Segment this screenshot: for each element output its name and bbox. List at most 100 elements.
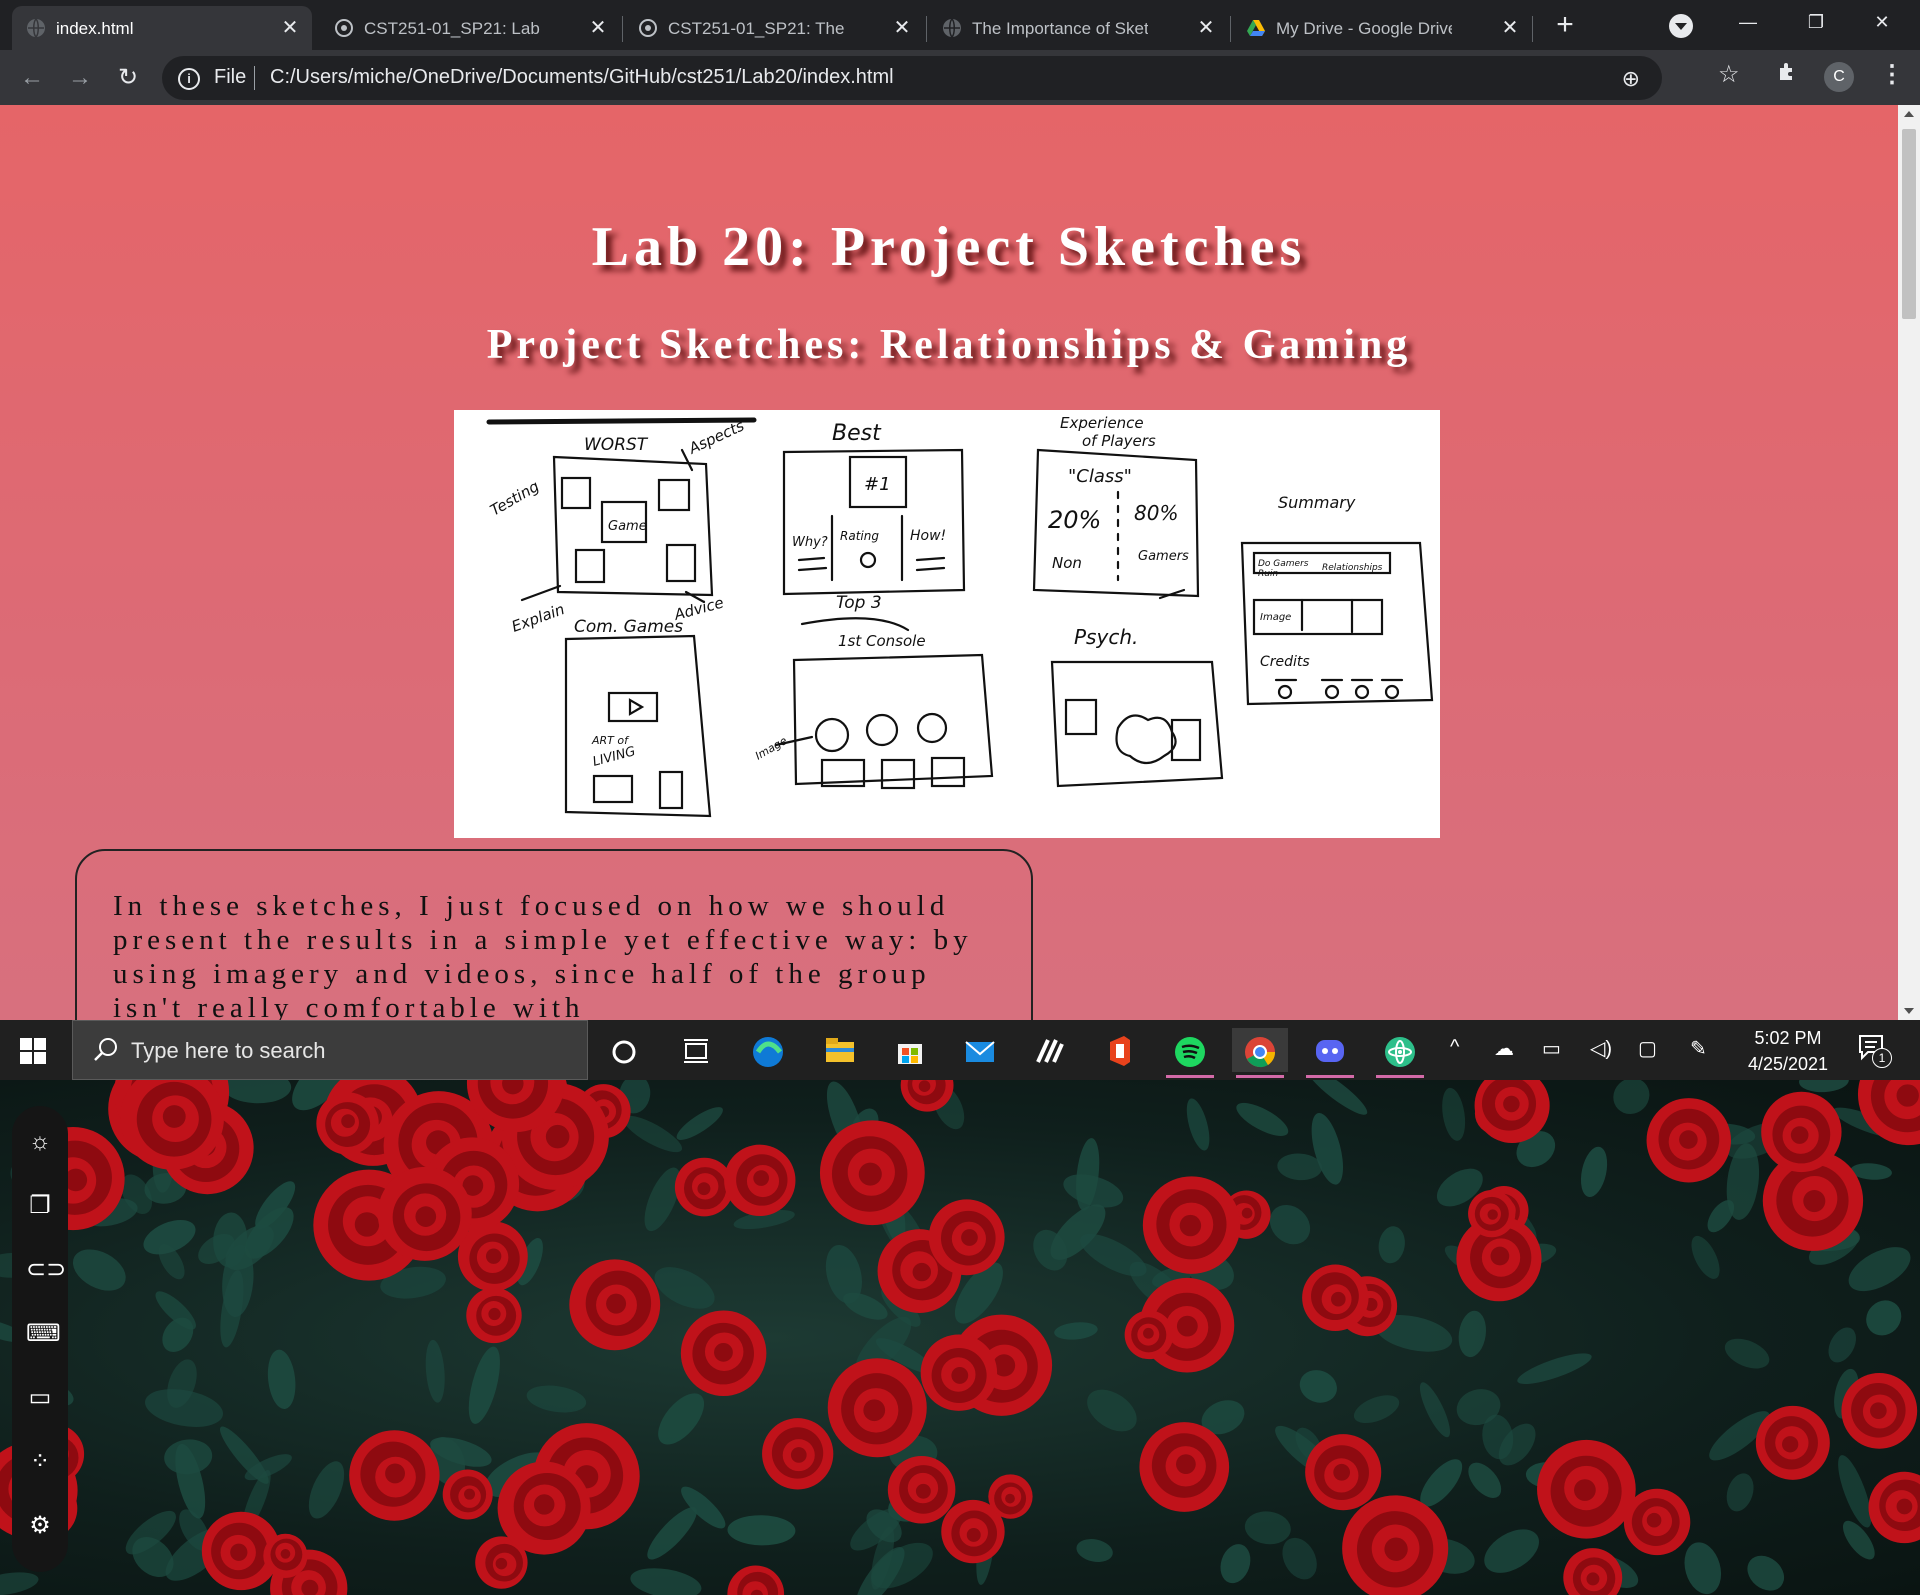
battery-icon[interactable]: ▭ xyxy=(1542,1036,1561,1061)
pen-icon[interactable]: ✎ xyxy=(1690,1036,1707,1061)
tab-separator xyxy=(926,16,927,42)
scroll-up-icon[interactable] xyxy=(1904,111,1914,117)
info-icon[interactable]: i xyxy=(178,68,200,90)
atom-icon[interactable] xyxy=(1372,1028,1428,1078)
settings-icon[interactable]: ⚙ xyxy=(26,1512,54,1540)
sketch-label: 20% xyxy=(1048,506,1101,534)
sketch-label: WORST xyxy=(584,435,649,455)
leaf xyxy=(1724,1338,1770,1369)
taskbar-search-box[interactable]: Type here to search xyxy=(72,1020,588,1080)
rose xyxy=(457,1221,528,1292)
leaf xyxy=(1244,1511,1291,1545)
discord-icon[interactable] xyxy=(1302,1028,1358,1078)
tab-index-html[interactable]: index.html ✕ xyxy=(12,6,312,50)
tab-importance[interactable]: CST251-01_SP21: The Imp ✕ xyxy=(624,6,924,50)
mail-icon[interactable] xyxy=(952,1028,1008,1072)
leaf xyxy=(1076,1539,1113,1562)
rose xyxy=(680,1310,767,1397)
url-text[interactable]: C:/Users/miche/OneDrive/Documents/GitHub… xyxy=(270,66,894,89)
windows-start-icon[interactable] xyxy=(20,1038,46,1064)
page-scrollbar[interactable] xyxy=(1898,105,1920,1020)
scheme-label: File xyxy=(214,66,247,88)
rose xyxy=(819,1120,925,1226)
extensions-icon[interactable] xyxy=(1776,60,1798,82)
tab-importance-sketching[interactable]: The Importance of Sketchi ✕ xyxy=(928,6,1228,50)
sketch-label: Image xyxy=(1260,612,1291,623)
rose xyxy=(1841,1372,1918,1449)
tab-lab20[interactable]: CST251-01_SP21: Lab 20: T ✕ xyxy=(320,6,620,50)
zoom-icon[interactable]: ⊕ xyxy=(1622,66,1640,92)
onedrive-icon[interactable]: ☁ xyxy=(1494,1036,1514,1061)
network-icon[interactable]: ▢ xyxy=(1638,1036,1657,1061)
leaf xyxy=(222,1080,292,1104)
clock-time[interactable]: 5:02 PM xyxy=(1746,1028,1830,1049)
forward-icon[interactable]: → xyxy=(64,62,96,94)
link-icon[interactable]: ⊂⊃ xyxy=(26,1256,66,1284)
leaf xyxy=(1799,1080,1849,1093)
avatar[interactable]: C xyxy=(1824,62,1854,92)
storyboard-sketch: WORST Aspects Testing Game Explain Advic… xyxy=(486,414,1434,818)
close-tab-icon[interactable]: ✕ xyxy=(278,16,302,40)
cortana-icon[interactable] xyxy=(596,1028,652,1072)
close-tab-icon[interactable]: ✕ xyxy=(890,16,914,40)
edge-icon[interactable] xyxy=(740,1028,796,1072)
keyboard-icon[interactable]: ⌨ xyxy=(26,1320,61,1348)
page-viewport: Lab 20: Project Sketches Project Sketche… xyxy=(0,105,1898,1020)
tab-search-button[interactable] xyxy=(1669,14,1693,38)
scroll-down-icon[interactable] xyxy=(1904,1008,1914,1014)
course-icon xyxy=(639,19,657,37)
tab-google-drive[interactable]: My Drive - Google Drive ✕ xyxy=(1232,6,1532,50)
brightness-icon[interactable]: ☼ xyxy=(26,1128,54,1156)
search-icon xyxy=(94,1038,117,1061)
volume-icon[interactable]: ◁) xyxy=(1590,1036,1612,1061)
rose xyxy=(1857,1080,1920,1146)
file-explorer-icon[interactable] xyxy=(812,1028,868,1072)
drive-icon xyxy=(1247,20,1265,36)
close-tab-icon[interactable]: ✕ xyxy=(1498,16,1522,40)
star-icon[interactable]: ☆ xyxy=(1718,60,1740,89)
leaf xyxy=(1484,1529,1539,1573)
window-icon[interactable]: ❐ xyxy=(26,1192,54,1220)
rose xyxy=(1305,1434,1382,1511)
office-icon[interactable] xyxy=(1092,1028,1148,1072)
sketch-label: "Class" xyxy=(1068,466,1132,487)
address-bar[interactable]: i File C:/Users/miche/OneDrive/Documents… xyxy=(162,56,1662,100)
leaf xyxy=(1087,1389,1137,1432)
reload-icon[interactable]: ↻ xyxy=(112,62,144,94)
rose xyxy=(1139,1422,1230,1512)
sketch-label: Explain xyxy=(509,600,567,636)
new-tab-button[interactable]: + xyxy=(1549,10,1581,42)
apps-icon[interactable]: ⁘ xyxy=(26,1448,54,1476)
laptop-icon[interactable]: ▭ xyxy=(26,1384,54,1412)
minimize-button[interactable]: — xyxy=(1728,6,1768,38)
rose xyxy=(1142,1176,1241,1274)
chevron-up-icon[interactable]: ^ xyxy=(1450,1036,1459,1059)
course-icon xyxy=(335,19,353,37)
tab-separator xyxy=(622,16,623,42)
sketch-label: Do Gamers xyxy=(1258,559,1309,569)
leaf xyxy=(1080,1233,1147,1277)
scroll-thumb[interactable] xyxy=(1902,129,1916,319)
menu-icon[interactable]: ⋮ xyxy=(1880,60,1904,89)
back-icon[interactable]: ← xyxy=(16,62,48,94)
editor-icon[interactable] xyxy=(1022,1028,1078,1072)
sketch-label: Psych. xyxy=(1074,625,1138,649)
restore-button[interactable]: ❐ xyxy=(1796,6,1836,38)
close-tab-icon[interactable]: ✕ xyxy=(586,16,610,40)
tab-separator xyxy=(1532,16,1533,42)
rose xyxy=(827,1358,927,1458)
rose xyxy=(1342,1495,1449,1595)
sketch-label: Why? xyxy=(792,535,828,550)
task-view-icon[interactable] xyxy=(668,1028,724,1072)
spotify-icon[interactable] xyxy=(1162,1028,1218,1078)
rose xyxy=(920,1334,998,1411)
close-window-button[interactable]: ✕ xyxy=(1862,6,1902,38)
sketch-label: Ruin xyxy=(1258,569,1278,579)
chrome-icon[interactable] xyxy=(1232,1028,1288,1078)
close-tab-icon[interactable]: ✕ xyxy=(1194,16,1218,40)
tab-title: CST251-01_SP21: The Imp xyxy=(668,19,844,38)
store-icon[interactable] xyxy=(882,1028,938,1072)
clock-date[interactable]: 4/25/2021 xyxy=(1740,1054,1836,1075)
rose xyxy=(497,1461,591,1555)
browser-chrome: index.html ✕ CST251-01_SP21: Lab 20: T ✕… xyxy=(0,0,1920,105)
